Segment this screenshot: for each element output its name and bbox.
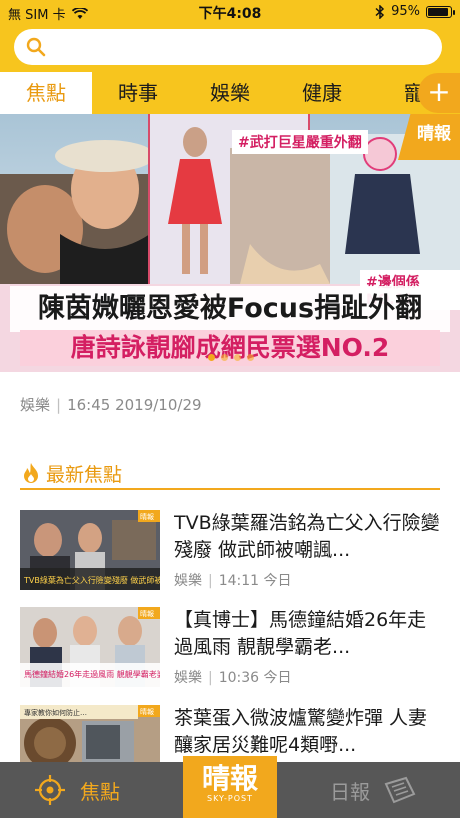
category-tabs: 焦點 時事 娛樂 健康 寵 (0, 72, 460, 114)
nav-focus-label: 焦點 (80, 779, 120, 804)
status-right: 95% (375, 4, 455, 19)
nav-skypost-button[interactable]: 晴報 SKY-POST (183, 756, 277, 818)
target-icon (35, 775, 65, 805)
carousel-dot[interactable] (247, 354, 254, 361)
nav-focus-button[interactable]: 焦點 (34, 771, 174, 809)
news-thumbnail: TVB綠葉為亡父入行險變殘廢 做武師被嘲諷 背後竟是隱形學霸 晴報 (20, 510, 160, 590)
nav-daily-label: 日報 (330, 779, 370, 804)
search-icon (26, 37, 46, 57)
battery-percent: 95% (391, 4, 420, 19)
hero-hashtag-1: #武打巨星嚴重外翻 (232, 130, 368, 154)
news-item[interactable]: 馬德鐘結婚26年走過風雨 靚靚學霸老婆教子有方 晴報 【真博士】馬德鐘結婚26年… (20, 607, 440, 689)
carousel-dot[interactable] (221, 354, 228, 361)
news-title[interactable]: TVB綠葉羅浩銘為亡父入行險變殘廢 做武師被嘲諷... (174, 510, 444, 564)
bluetooth-icon (375, 4, 385, 19)
news-category[interactable]: 娛樂 (174, 573, 202, 589)
news-title[interactable]: 【真博士】馬德鐘結婚26年走過風雨 靚靚學霸老... (174, 607, 444, 661)
add-tab-button[interactable]: + (418, 73, 460, 113)
newspaper-icon (384, 776, 416, 804)
tab-health[interactable]: 健康 (276, 72, 368, 114)
skypost-sub: SKY-POST (207, 794, 253, 803)
app-header: 無 SIM 卡 下午4:08 95% 焦點 時事 娛樂 健康 寵 + (0, 0, 460, 114)
battery-fill (428, 7, 448, 16)
meta-separator: | (56, 396, 62, 414)
news-title[interactable]: 茶葉蛋入微波爐驚變炸彈 人妻釀家居災難呢4類嘢... (174, 705, 444, 759)
hero-category[interactable]: 娛樂 (20, 396, 50, 414)
news-time: 10:36 今日 (218, 670, 292, 686)
latest-focus-header: 最新焦點 (20, 458, 440, 490)
carousel-dot[interactable] (208, 354, 215, 361)
hero-banner[interactable]: #武打巨星嚴重外翻 #邊個係NO.1? 晴報 陳茵媺曬恩愛被Focus捐趾外翻 … (0, 114, 460, 372)
nav-daily-button[interactable]: 日報 (330, 771, 440, 809)
news-category[interactable]: 娛樂 (174, 670, 202, 686)
thumb-badge: 晴報 (140, 609, 154, 618)
bottom-nav: 焦點 晴報 SKY-POST 日報 (0, 756, 460, 818)
thumb-caption: 專家教你如何防止… (24, 708, 87, 717)
status-bar: 無 SIM 卡 下午4:08 95% (0, 0, 460, 24)
hero-meta: 娛樂 | 16:45 2019/10/29 (20, 394, 202, 415)
thumb-caption: TVB綠葉為亡父入行險變殘廢 做武師被嘲諷 背後竟是隱形學霸 (23, 575, 160, 585)
fire-icon (24, 463, 38, 483)
battery-icon (426, 5, 455, 18)
meta-separator: | (208, 670, 213, 686)
meta-separator: | (208, 573, 213, 589)
news-meta: 娛樂 | 14:11 今日 (174, 570, 292, 590)
thumb-badge: 晴報 (140, 512, 154, 521)
news-thumbnail: 馬德鐘結婚26年走過風雨 靚靚學霸老婆教子有方 晴報 (20, 607, 160, 687)
news-meta: 娛樂 | 10:36 今日 (174, 667, 292, 687)
tab-current-affairs[interactable]: 時事 (92, 72, 184, 114)
thumb-caption: 馬德鐘結婚26年走過風雨 靚靚學霸老婆教子有方 (24, 669, 160, 679)
hero-headline-1: 陳茵媺曬恩愛被Focus捐趾外翻 (10, 286, 450, 332)
tab-focus[interactable]: 焦點 (0, 72, 92, 114)
news-time: 14:11 今日 (218, 573, 292, 589)
carousel-dots (208, 354, 254, 361)
search-bar[interactable] (14, 29, 442, 65)
thumb-badge: 晴報 (140, 707, 154, 716)
carousel-dot[interactable] (234, 354, 241, 361)
search-input[interactable] (54, 33, 424, 61)
tab-entertainment[interactable]: 娛樂 (184, 72, 276, 114)
news-item[interactable]: TVB綠葉為亡父入行險變殘廢 做武師被嘲諷 背後竟是隱形學霸 晴報 TVB綠葉羅… (20, 510, 440, 592)
hero-time: 16:45 2019/10/29 (67, 396, 202, 414)
section-title: 最新焦點 (46, 464, 123, 486)
